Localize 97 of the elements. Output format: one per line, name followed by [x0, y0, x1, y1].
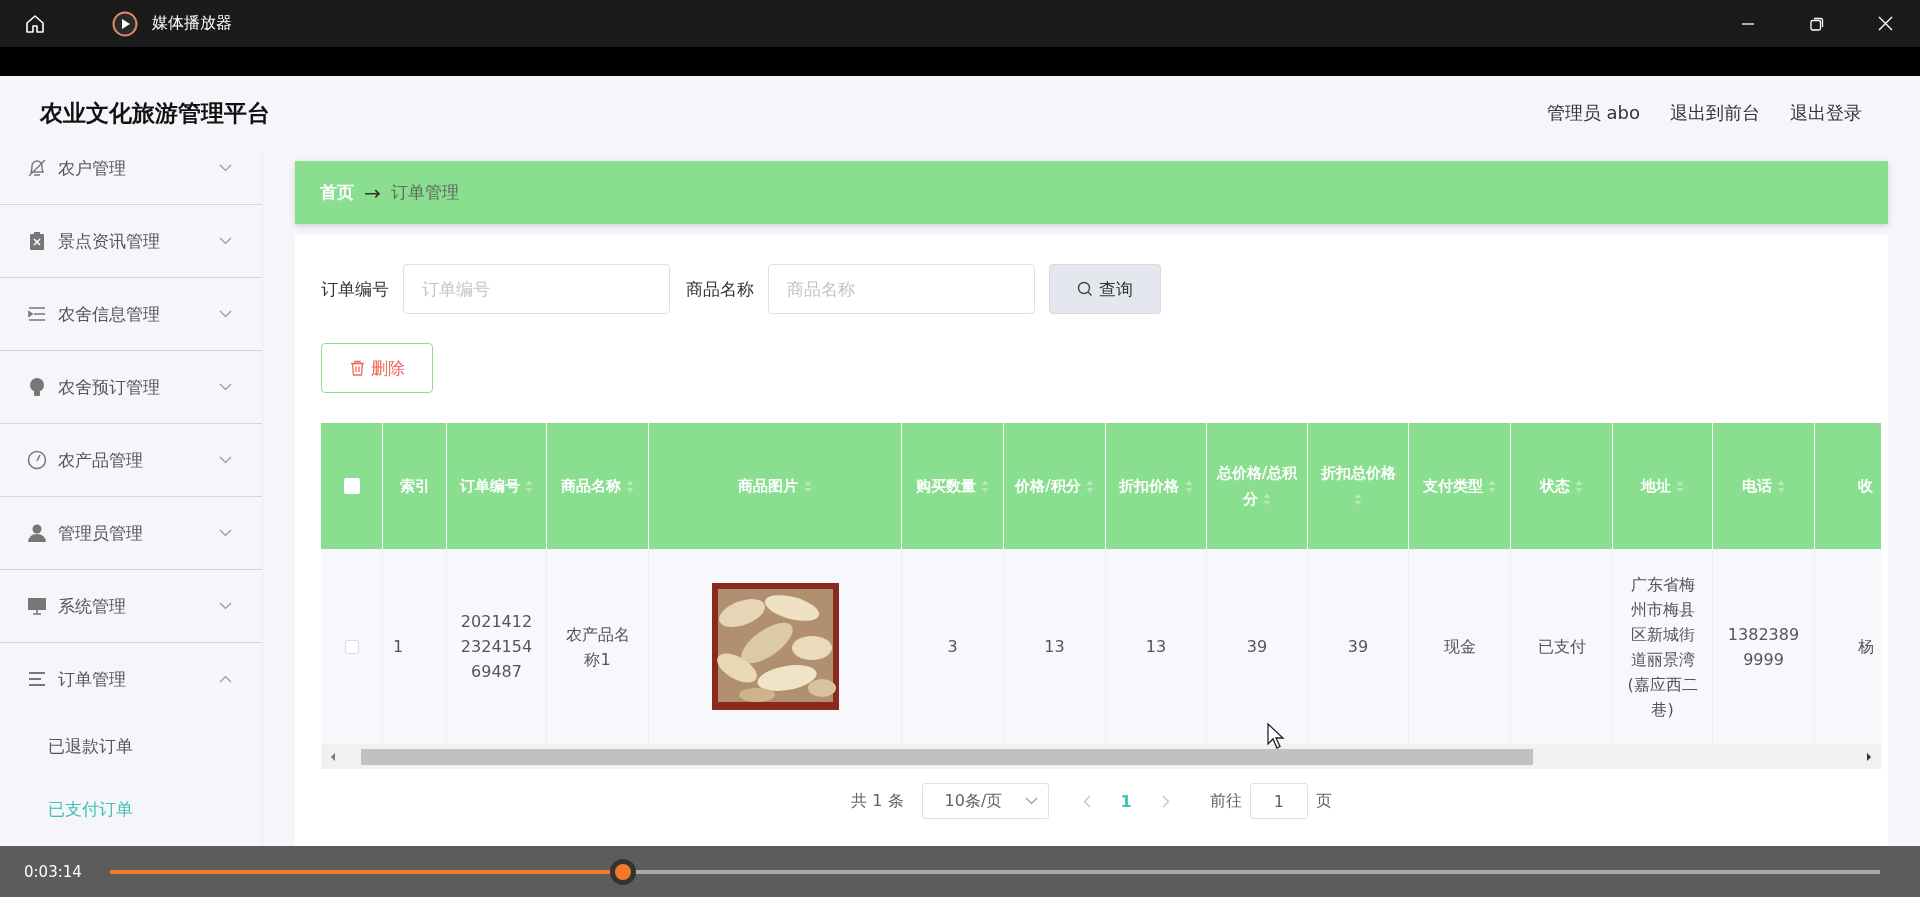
sort-icon[interactable] [626, 480, 635, 493]
user-icon [26, 522, 48, 544]
chevron-down-icon [219, 310, 232, 318]
column-header[interactable]: 购买数量 [902, 423, 1004, 549]
table-cell-text: 1 [393, 636, 404, 658]
table-cell-text: 杨 [1857, 636, 1874, 658]
breadcrumb-item[interactable]: 首页 [320, 181, 354, 204]
chevron-down-icon [1024, 797, 1038, 805]
scroll-left-icon[interactable] [329, 751, 337, 762]
close-icon[interactable] [1878, 16, 1893, 31]
column-header[interactable]: 电话 [1713, 423, 1815, 549]
sort-icon[interactable] [1676, 480, 1685, 493]
sidebar-item[interactable]: 景点资讯管理 [0, 205, 262, 278]
goto-suffix: 页 [1315, 790, 1332, 812]
trash-icon [349, 360, 365, 376]
field-label: 订单编号 [321, 277, 389, 301]
table-cell-text: 农产品名称1 [564, 623, 631, 671]
sort-icon[interactable] [1488, 480, 1497, 493]
prev-page-icon[interactable] [1082, 794, 1091, 808]
column-header[interactable]: 收 [1815, 423, 1881, 549]
search-field[interactable]: 商品名称 [768, 264, 1035, 314]
search-field[interactable]: 订单编号 [403, 264, 670, 314]
horizontal-scrollbar[interactable] [321, 744, 1881, 769]
page-input[interactable]: 1 [1249, 783, 1308, 819]
column-header[interactable]: 总价格/总积分 [1207, 423, 1308, 549]
sort-icon[interactable] [981, 480, 990, 493]
page-number[interactable]: 1 [1120, 791, 1132, 811]
table-cell-text: 13823899999 [1726, 623, 1801, 671]
column-header[interactable]: 索引 [383, 423, 447, 549]
sort-icon[interactable] [1575, 480, 1584, 493]
bell-off-icon [26, 157, 48, 179]
column-header[interactable]: 商品名称 [547, 423, 649, 549]
field-label: 商品名称 [686, 277, 754, 301]
seek-bar[interactable] [110, 858, 1880, 885]
sort-icon[interactable] [1085, 480, 1094, 493]
checkbox[interactable] [344, 639, 359, 654]
header-link[interactable]: 退出登录 [1790, 101, 1862, 125]
column-header[interactable]: 状态 [1511, 423, 1613, 549]
chevron-up-icon [219, 675, 232, 683]
sort-icon[interactable] [1354, 493, 1362, 506]
table-cell-text: 3 [947, 636, 958, 658]
table-cell-text: 13 [1145, 636, 1167, 658]
sidebar-item[interactable]: 订单管理 [0, 643, 262, 715]
sidebar-item[interactable]: 农户管理 [0, 150, 262, 205]
column-header[interactable]: 支付类型 [1409, 423, 1511, 549]
delete-button[interactable]: 删除 [321, 343, 433, 393]
column-header[interactable]: 商品图片 [649, 423, 902, 549]
restore-icon[interactable] [1809, 16, 1824, 31]
chevron-down-icon [219, 529, 232, 537]
sort-icon[interactable] [1263, 493, 1272, 506]
sidebar-item[interactable]: 系统管理 [0, 570, 262, 643]
sidebar-item[interactable]: 农产品管理 [0, 424, 262, 497]
column-header[interactable]: 折扣总价格 [1308, 423, 1409, 549]
table-cell-text: 39 [1246, 636, 1268, 658]
sidebar-item[interactable]: 农舍预订管理 [0, 351, 262, 424]
column-header[interactable]: 地址 [1613, 423, 1713, 549]
breadcrumb-item: 订单管理 [390, 181, 459, 204]
goto-label: 前往 [1209, 790, 1242, 812]
home-icon[interactable] [24, 12, 46, 35]
seek-thumb[interactable] [610, 858, 637, 885]
gauge-icon [26, 449, 48, 471]
column-header[interactable]: 订单编号 [447, 423, 547, 549]
column-header[interactable]: 折扣价格 [1106, 423, 1207, 549]
header-link[interactable]: 管理员 abo [1546, 101, 1640, 125]
column-header[interactable]: 价格/积分 [1004, 423, 1106, 549]
submenu-item[interactable]: 已退款订单 [0, 715, 262, 778]
header-link[interactable]: 退出到前台 [1670, 101, 1760, 125]
search-icon [1077, 281, 1093, 297]
chevron-down-icon [219, 383, 232, 391]
sidebar-item[interactable]: 管理员管理 [0, 497, 262, 570]
chevron-down-icon [219, 164, 232, 172]
chevron-down-icon [219, 602, 232, 610]
search-button[interactable]: 查询 [1049, 264, 1161, 314]
chevron-down-icon [219, 237, 232, 245]
sort-icon[interactable] [1184, 480, 1193, 493]
sort-icon[interactable] [525, 480, 534, 493]
page-size-select[interactable]: 10条/页 [921, 783, 1049, 819]
chevron-down-icon [219, 456, 232, 464]
table-cell-text: 现金 [1443, 636, 1476, 658]
table-cell-text: 已支付 [1537, 636, 1586, 658]
total-count: 共 1 条 [851, 790, 904, 812]
next-page-icon[interactable] [1161, 794, 1170, 808]
table-cell-text: 39 [1347, 636, 1369, 658]
table-cell-text: 广东省梅州市梅县区新城街道丽景湾(嘉应西二巷) [1626, 573, 1699, 721]
table-cell-text: 13 [1044, 636, 1065, 658]
window-title: 媒体播放器 [152, 13, 232, 34]
current-time: 0:03:14 [24, 862, 83, 881]
monitor-icon [26, 595, 48, 617]
sidebar-item[interactable]: 农舍信息管理 [0, 278, 262, 351]
scroll-right-icon[interactable] [1865, 751, 1873, 762]
play-logo-icon [112, 10, 138, 37]
sort-icon[interactable] [803, 480, 812, 493]
table-cell-text: 2021412232415469487 [459, 611, 534, 683]
app-title: 农业文化旅游管理平台 [40, 98, 270, 128]
submenu-item[interactable]: 已支付订单 [0, 778, 262, 841]
breadcrumb-separator: → [364, 180, 381, 205]
sort-icon[interactable] [1777, 480, 1786, 493]
